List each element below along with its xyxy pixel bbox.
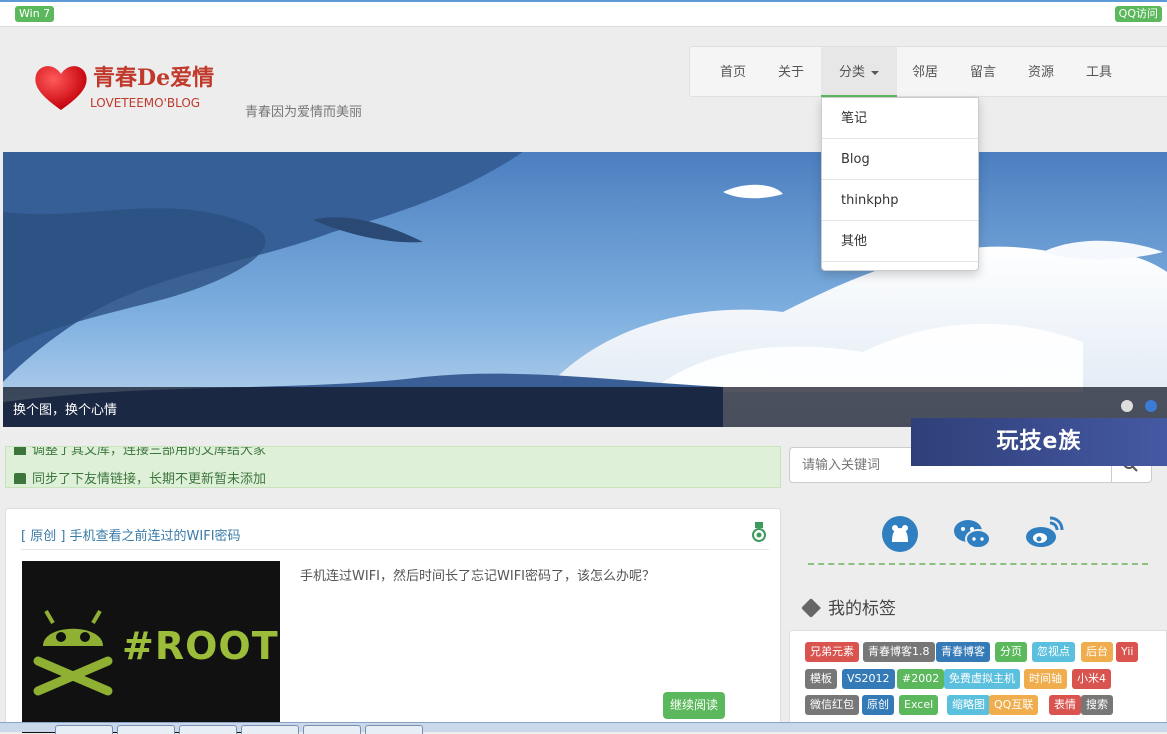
weibo-icon[interactable] (1024, 512, 1064, 552)
tag-chip[interactable]: 小米4 (1072, 669, 1111, 689)
tag-chip[interactable]: #2002 (897, 669, 945, 689)
article-card: [ 原创 ] 手机查看之前连过的WIFI密码 #ROOT 手机连过WIFI，然后… (5, 508, 781, 733)
wechat-icon[interactable] (952, 514, 992, 554)
dropdown-item-notes[interactable]: 笔记 (822, 98, 978, 139)
read-more-button[interactable]: 继续阅读 (663, 692, 725, 719)
taskbar-item[interactable] (303, 725, 361, 734)
nav-category[interactable]: 分类 (821, 47, 897, 98)
hero-banner[interactable]: 换个图，换个心情 (3, 152, 1167, 427)
nav-resources[interactable]: 资源 (1014, 47, 1068, 98)
tag-chip[interactable]: 青春博客 (936, 642, 990, 662)
tag-chip[interactable]: 后台 (1081, 642, 1113, 662)
main-nav: 首页 关于 分类 邻居 留言 资源 工具 (689, 46, 1167, 98)
nav-neighbors[interactable]: 邻居 (898, 47, 952, 98)
tag-chip[interactable]: Excel (899, 695, 939, 715)
bell-icon (14, 473, 26, 484)
tag-chip[interactable]: Yii (1116, 642, 1139, 662)
social-links (808, 512, 1148, 564)
article-title[interactable]: [ 原创 ] 手机查看之前连过的WIFI密码 (21, 525, 241, 544)
tag-chip[interactable]: 表情 (1049, 695, 1081, 715)
site-logo[interactable]: 青春De爱情 LOVETEEMO'BLOG (33, 58, 223, 113)
slide-dot-2[interactable] (1145, 400, 1157, 412)
taskbar-item[interactable] (179, 725, 237, 734)
tag-chip[interactable]: 微信红包 (805, 695, 859, 715)
tags-heading: 我的标签 (801, 594, 896, 619)
dropdown-item-thinkphp[interactable]: thinkphp (822, 180, 978, 221)
dropdown-item-other[interactable]: 其他 (822, 221, 978, 262)
nav-messages[interactable]: 留言 (956, 47, 1010, 98)
tags-title: 我的标签 (828, 599, 896, 619)
tag-chip[interactable]: 免费虚拟主机 (944, 669, 1020, 689)
dropdown-item-blog[interactable]: Blog (822, 139, 978, 180)
os-taskbar (0, 722, 1167, 734)
bell-icon (14, 447, 26, 455)
banner-caption: 换个图，换个心情 (13, 403, 118, 418)
heart-icon (35, 66, 87, 110)
notice-panel: 调整了其文库，连接三部用的文库结大家 同步了下友情链接，长期不更新暂未添加 (5, 446, 781, 488)
tag-chip[interactable]: 忽视点 (1032, 642, 1075, 662)
tag-chip[interactable]: 分页 (995, 642, 1027, 662)
title-divider (21, 549, 769, 550)
site-slogan: 青春因为爱情而美丽 (245, 105, 363, 120)
tag-cloud: 兄弟元素 青春博客1.8 青春博客 分页 忽视点 后台 Yii 模板 VS2012 #2002 免费… (789, 630, 1167, 732)
notice-row-1: 调整了其文库，连接三部用的文库结大家 (14, 446, 267, 458)
caret-down-icon (871, 70, 879, 75)
top-accent-line (0, 0, 1167, 2)
tag-chip[interactable]: VS2012 (842, 669, 895, 689)
os-badge: Win 7 (15, 6, 55, 22)
tag-chip[interactable]: 青春博客1.8 (863, 642, 935, 662)
sidebar-divider (808, 563, 1148, 565)
github-icon[interactable] (880, 514, 920, 554)
notice-text-2: 同步了下友情链接，长期不更新暂未添加 (32, 472, 267, 487)
logo-title: 青春De爱情 (93, 65, 215, 91)
tag-chip[interactable]: QQ互联 (989, 695, 1039, 715)
top-bar: Win 7 QQ访问 (0, 0, 1167, 27)
taskbar-item[interactable] (55, 725, 113, 734)
nav-home[interactable]: 首页 (706, 47, 760, 98)
logo-subtitle: LOVETEEMO'BLOG (90, 96, 201, 110)
tag-icon (801, 598, 821, 618)
taskbar-item[interactable] (241, 725, 299, 734)
qq-visit-badge[interactable]: QQ访问 (1114, 6, 1162, 22)
tag-chip[interactable]: 缩略图 (947, 695, 990, 715)
category-dropdown: 笔记 Blog thinkphp 其他 (821, 97, 979, 271)
article-thumbnail[interactable]: #ROOT (22, 561, 280, 733)
article-summary: 手机连过WIFI，然后时间长了忘记WIFI密码了，该怎么办呢？ (300, 569, 655, 584)
medal-icon (752, 522, 766, 542)
banner-sky-image (3, 152, 1167, 427)
slide-dot-1[interactable] (1121, 400, 1133, 412)
tag-chip[interactable]: 搜索 (1081, 695, 1113, 715)
android-pirate-icon (33, 609, 113, 696)
nav-tools[interactable]: 工具 (1072, 47, 1126, 98)
tag-chip[interactable]: 模板 (805, 669, 837, 689)
taskbar-item[interactable] (365, 725, 423, 734)
nav-about[interactable]: 关于 (764, 47, 818, 98)
nav-category-label: 分类 (838, 65, 865, 80)
notice-row-2: 同步了下友情链接，长期不更新暂未添加 (14, 468, 266, 487)
notice-text-1: 调整了其文库，连接三部用的文库结大家 (32, 446, 267, 458)
tag-chip[interactable]: 时间轴 (1024, 669, 1067, 689)
floating-ad[interactable]: 玩技e族 (911, 418, 1167, 466)
tag-chip[interactable]: 原创 (862, 695, 894, 715)
tag-chip[interactable]: 兄弟元素 (805, 642, 859, 662)
taskbar-item[interactable] (117, 725, 175, 734)
thumbnail-text: #ROOT (122, 624, 279, 668)
